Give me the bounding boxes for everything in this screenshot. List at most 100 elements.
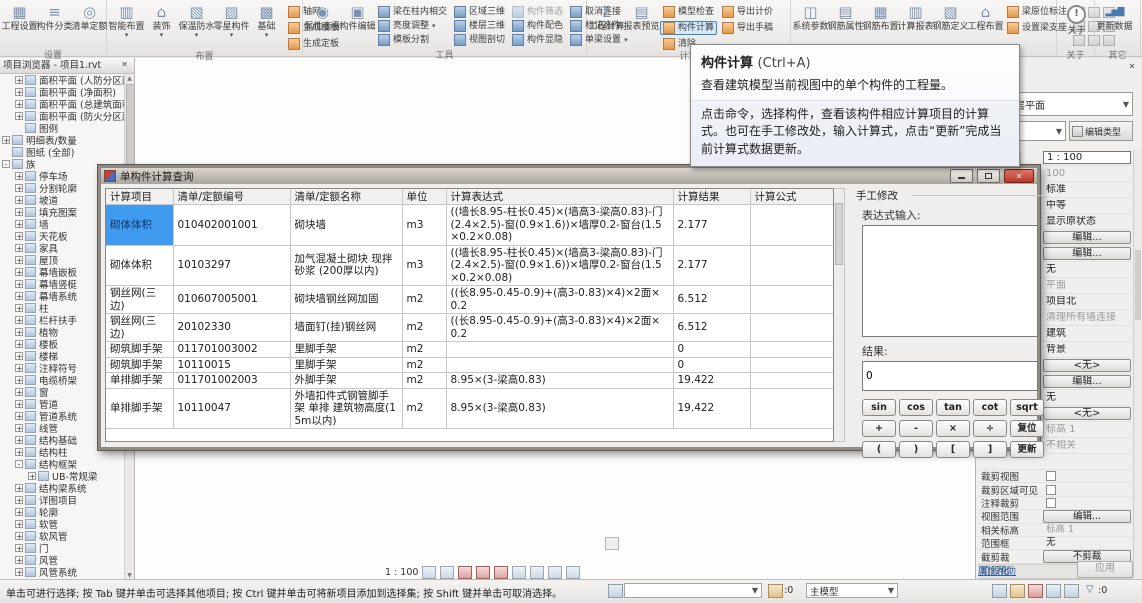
ribbon-big-button[interactable]: ▩ 基础 ▾ bbox=[249, 1, 284, 50]
cell-unit[interactable]: m2 bbox=[402, 286, 446, 314]
cell-code[interactable]: 10110047 bbox=[173, 388, 290, 429]
ribbon-small-button[interactable]: 构件筛选 ▾ bbox=[509, 5, 566, 19]
ribbon-small-button[interactable]: 区域三维 ▾ bbox=[451, 5, 508, 19]
ribbon-big-button[interactable]: ▂▅▇ 更新数据 bbox=[1097, 1, 1132, 50]
tree-expander-icon[interactable]: + bbox=[15, 268, 23, 276]
selection-filter-icon[interactable]: ▽ bbox=[1086, 584, 1094, 595]
scrollbar-thumb[interactable] bbox=[1135, 250, 1141, 320]
cell-unit[interactable]: m2 bbox=[402, 342, 446, 358]
cell-calc-item[interactable]: 砌体体积 bbox=[106, 245, 173, 286]
cell-name[interactable]: 里脚手架 bbox=[290, 357, 402, 373]
cell-unit[interactable]: m3 bbox=[402, 245, 446, 286]
property-value[interactable]: 不相关 bbox=[1043, 440, 1131, 452]
tree-expander-icon[interactable]: + bbox=[15, 316, 23, 324]
column-header[interactable]: 计算公式 bbox=[750, 189, 833, 205]
property-value[interactable]: 显示原状态 bbox=[1043, 216, 1131, 228]
tree-expander-icon[interactable]: + bbox=[15, 304, 23, 312]
column-header[interactable]: 计算结果 bbox=[673, 189, 750, 205]
ribbon-big-button[interactable]: ▣ 构件编辑 ▾ bbox=[340, 1, 375, 50]
column-header[interactable]: 清单/定额编号 bbox=[173, 189, 290, 205]
calculator-key[interactable]: ÷ bbox=[973, 420, 1007, 437]
cell-expression[interactable]: ((墙长8.95-柱长0.45)×(墙高3-梁高0.83)-门(2.4×2.5)… bbox=[446, 205, 673, 246]
property-value[interactable]: <无> bbox=[1043, 359, 1131, 372]
property-value[interactable]: 编辑... bbox=[1043, 231, 1131, 244]
table-row[interactable]: 砌筑脚手架 10110015 里脚手架 m2 0 bbox=[106, 357, 833, 373]
tree-expander-icon[interactable]: + bbox=[15, 484, 23, 492]
property-value[interactable]: 1 : 100 bbox=[1043, 151, 1131, 164]
property-value[interactable] bbox=[1043, 470, 1131, 482]
table-row[interactable]: 钢丝网(三边) 20102330 墙面钉(挂)钢丝网 m2 ((长8.95-0.… bbox=[106, 314, 833, 342]
cell-name[interactable]: 墙面钉(挂)钢丝网 bbox=[290, 314, 402, 342]
ribbon-big-button[interactable]: ⌂ 工程布置 ▾ bbox=[968, 1, 1003, 50]
calculator-key[interactable]: × bbox=[936, 420, 970, 437]
cell-name[interactable]: 外脚手架 bbox=[290, 373, 402, 389]
cell-formula[interactable] bbox=[750, 357, 833, 373]
calculator-key[interactable]: sin bbox=[862, 399, 896, 416]
ribbon-big-button[interactable]: ▧ 钢筋定义 ▾ bbox=[933, 1, 968, 50]
ribbon-small-button[interactable]: 梁在柱内相交 ▾ bbox=[375, 5, 450, 19]
ribbon-small-button[interactable]: 模板分割 ▾ bbox=[375, 33, 450, 47]
calculator-key[interactable]: cos bbox=[899, 399, 933, 416]
property-value[interactable]: 标高 1 bbox=[1043, 524, 1131, 536]
scroll-up-icon[interactable]: ▲ bbox=[125, 74, 134, 83]
cell-result[interactable]: 19.422 bbox=[673, 388, 750, 429]
tree-expander-icon[interactable]: + bbox=[15, 256, 23, 264]
tree-expander-icon[interactable]: + bbox=[15, 400, 23, 408]
tree-expander-icon[interactable]: + bbox=[15, 112, 23, 120]
cell-expression[interactable] bbox=[446, 342, 673, 358]
tree-item[interactable]: + 风管系统 bbox=[0, 566, 125, 578]
crop-view-icon[interactable] bbox=[494, 566, 508, 579]
column-header[interactable]: 计算表达式 bbox=[446, 189, 673, 205]
expression-input[interactable] bbox=[862, 225, 1038, 337]
table-scrollbar[interactable] bbox=[834, 188, 845, 442]
calculator-key[interactable]: ] bbox=[973, 441, 1007, 458]
property-value[interactable]: 背景 bbox=[1043, 344, 1131, 356]
cell-formula[interactable] bbox=[750, 342, 833, 358]
calculator-key[interactable]: ( bbox=[862, 441, 896, 458]
property-value[interactable]: 无 bbox=[1043, 537, 1131, 549]
ribbon-big-button[interactable]: ▥ 计算报表 ▾ bbox=[898, 1, 933, 50]
ribbon-small-button[interactable]: 模型检查 bbox=[660, 5, 717, 19]
property-value[interactable]: 标高 1 bbox=[1043, 424, 1131, 436]
property-value[interactable]: 平面 bbox=[1043, 280, 1131, 292]
tree-expander-icon[interactable]: + bbox=[15, 280, 23, 288]
result-field[interactable] bbox=[862, 361, 1038, 391]
tree-expander-icon[interactable]: + bbox=[15, 412, 23, 420]
close-button[interactable]: ✕ bbox=[1004, 169, 1034, 183]
ribbon-small-button[interactable]: 构件显隐 ▾ bbox=[509, 33, 566, 47]
tree-expander-icon[interactable]: + bbox=[15, 496, 23, 504]
calculator-key[interactable]: + bbox=[862, 420, 896, 437]
tree-expander-icon[interactable]: + bbox=[15, 220, 23, 228]
tree-expander-icon[interactable]: + bbox=[15, 340, 23, 348]
tree-expander-icon[interactable]: + bbox=[15, 196, 23, 204]
cell-formula[interactable] bbox=[750, 373, 833, 389]
tree-expander-icon[interactable] bbox=[2, 148, 10, 156]
cell-code[interactable]: 10110015 bbox=[173, 357, 290, 373]
cell-name[interactable]: 加气混凝土砌块 现拌砂浆 (200厚以内) bbox=[290, 245, 402, 286]
visual-style-icon[interactable] bbox=[440, 566, 454, 579]
design-option-selector[interactable]: 主模型 ▼ bbox=[806, 583, 898, 598]
cell-code[interactable]: 011701003002 bbox=[173, 342, 290, 358]
ribbon-small-button[interactable]: 构件配色 ▾ bbox=[509, 19, 566, 33]
sun-path-icon[interactable] bbox=[458, 566, 472, 579]
ribbon-small-button[interactable]: 构件计算 bbox=[660, 21, 717, 35]
ribbon-small-button[interactable]: 楼层三维 ▾ bbox=[451, 19, 508, 33]
calculator-key[interactable]: 复位 bbox=[1010, 420, 1044, 437]
tree-expander-icon[interactable]: + bbox=[28, 472, 36, 480]
drag-on-selection-icon[interactable] bbox=[1064, 584, 1079, 598]
tree-expander-icon[interactable]: - bbox=[2, 160, 10, 168]
reveal-hidden-elements-icon[interactable] bbox=[548, 566, 562, 579]
cell-expression[interactable]: 8.95×(3-梁高0.83) bbox=[446, 373, 673, 389]
calculator-key[interactable]: [ bbox=[936, 441, 970, 458]
tree-expander-icon[interactable]: + bbox=[15, 292, 23, 300]
select-underlay-icon[interactable] bbox=[1010, 584, 1025, 598]
tree-item[interactable]: + 详图项目 bbox=[0, 494, 125, 506]
cell-unit[interactable]: m3 bbox=[402, 205, 446, 246]
cell-calc-item[interactable]: 单排脚手架 bbox=[106, 388, 173, 429]
tree-expander-icon[interactable]: + bbox=[15, 172, 23, 180]
ribbon-big-button[interactable]: ▦ 钢筋布置 ▾ bbox=[863, 1, 898, 50]
calculator-key[interactable]: 更新 bbox=[1010, 441, 1044, 458]
calculator-key[interactable]: cot bbox=[973, 399, 1007, 416]
tree-expander-icon[interactable]: + bbox=[15, 352, 23, 360]
tree-expander-icon[interactable]: + bbox=[2, 136, 10, 144]
